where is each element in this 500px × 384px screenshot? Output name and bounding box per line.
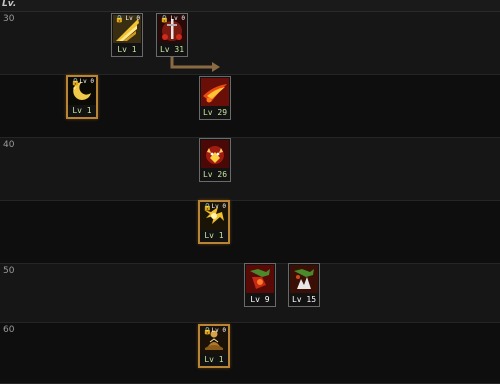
level-row-label: 60	[3, 325, 15, 335]
skill-slot-golden-slash[interactable]: 🔒 Lv 0 Lv 1	[111, 13, 143, 57]
skill-slot-meditation[interactable]: 🔒 Lv 0 Lv 1	[198, 324, 230, 368]
skill-level-label: Lv 1	[204, 355, 224, 364]
skill-slot-dragon-fist[interactable]: Lv 9	[244, 263, 276, 307]
skill-rank-tag: Lv 0	[79, 78, 94, 85]
skill-level-label: Lv 15	[291, 295, 317, 304]
skill-level-label: Lv 1	[72, 106, 92, 115]
skill-rank-tag: Lv 0	[211, 327, 226, 334]
level-row-30: 30	[0, 12, 500, 75]
lock-icon: 🔒	[203, 327, 212, 335]
lock-icon: 🔒	[71, 78, 80, 86]
lock-icon: 🔒	[160, 15, 169, 23]
flame-slash-skill-icon	[201, 78, 229, 106]
level-row-label: 40	[3, 140, 15, 150]
level-row-label: 30	[3, 14, 15, 24]
skill-slot-crescent-moon[interactable]: 🔒 Lv 0 Lv 1	[66, 75, 98, 119]
lock-icon: 🔒	[203, 203, 212, 211]
skill-slot-dragon-claw[interactable]: Lv 15	[288, 263, 320, 307]
skill-level-label: Lv 1	[204, 231, 224, 240]
level-row-label: 50	[3, 266, 15, 276]
skill-rank-tag: Lv 0	[211, 203, 226, 210]
skill-slot-sword-demon[interactable]: 🔒 Lv 0 Lv 31	[156, 13, 188, 57]
level-header: Lv.	[0, 0, 500, 12]
level-header-label: Lv.	[2, 0, 17, 9]
skill-rank-tag: Lv 0	[125, 15, 140, 22]
skill-level-label: Lv 29	[202, 108, 228, 117]
skill-rank-tag: Lv 0	[170, 15, 185, 22]
skill-level-label: Lv 26	[202, 170, 228, 179]
level-row-60: 60	[0, 323, 500, 384]
skill-slot-flame-slash[interactable]: Lv 29	[199, 76, 231, 120]
skill-level-label: Lv 9	[250, 295, 270, 304]
dragon-fist-skill-icon	[246, 265, 274, 293]
skill-slot-demon-rage[interactable]: Lv 26	[199, 138, 231, 182]
level-row-45	[0, 201, 500, 264]
lock-icon: 🔒	[115, 15, 124, 23]
skill-slot-thunder-burst[interactable]: 🔒 Lv 0 Lv 1	[198, 200, 230, 244]
skill-level-label: Lv 1	[117, 45, 137, 54]
dragon-claw-skill-icon	[290, 265, 318, 293]
demon-rage-skill-icon	[201, 140, 229, 168]
skill-level-label: Lv 31	[159, 45, 185, 54]
level-row-40: 40	[0, 138, 500, 201]
